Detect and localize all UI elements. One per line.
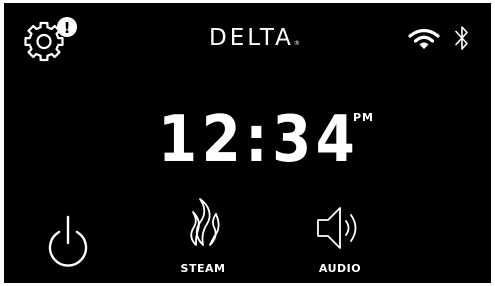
wifi-icon[interactable] xyxy=(407,27,441,51)
power-button[interactable] xyxy=(44,211,92,267)
bluetooth-icon[interactable] xyxy=(453,23,471,53)
shower-control-screen: ! DELTA ® 12:34 PM STEAM AUDIO xyxy=(4,3,491,283)
audio-label: AUDIO xyxy=(318,262,362,275)
speaker-icon xyxy=(317,207,357,249)
settings-button[interactable]: ! xyxy=(24,15,82,63)
gear-icon: ! xyxy=(24,17,77,62)
steam-icon xyxy=(190,198,220,246)
steam-button[interactable]: STEAM xyxy=(173,193,233,275)
alert-badge-symbol: ! xyxy=(64,19,71,37)
steam-label: STEAM xyxy=(180,262,226,275)
clock-period: PM xyxy=(353,111,375,124)
brand-name: DELTA xyxy=(209,25,294,51)
clock-time: 12:34 xyxy=(158,103,360,177)
brand-logo: DELTA ® xyxy=(209,24,300,52)
power-icon xyxy=(48,215,88,267)
audio-button[interactable]: AUDIO xyxy=(306,199,374,275)
brand-registered-mark: ® xyxy=(293,40,300,47)
